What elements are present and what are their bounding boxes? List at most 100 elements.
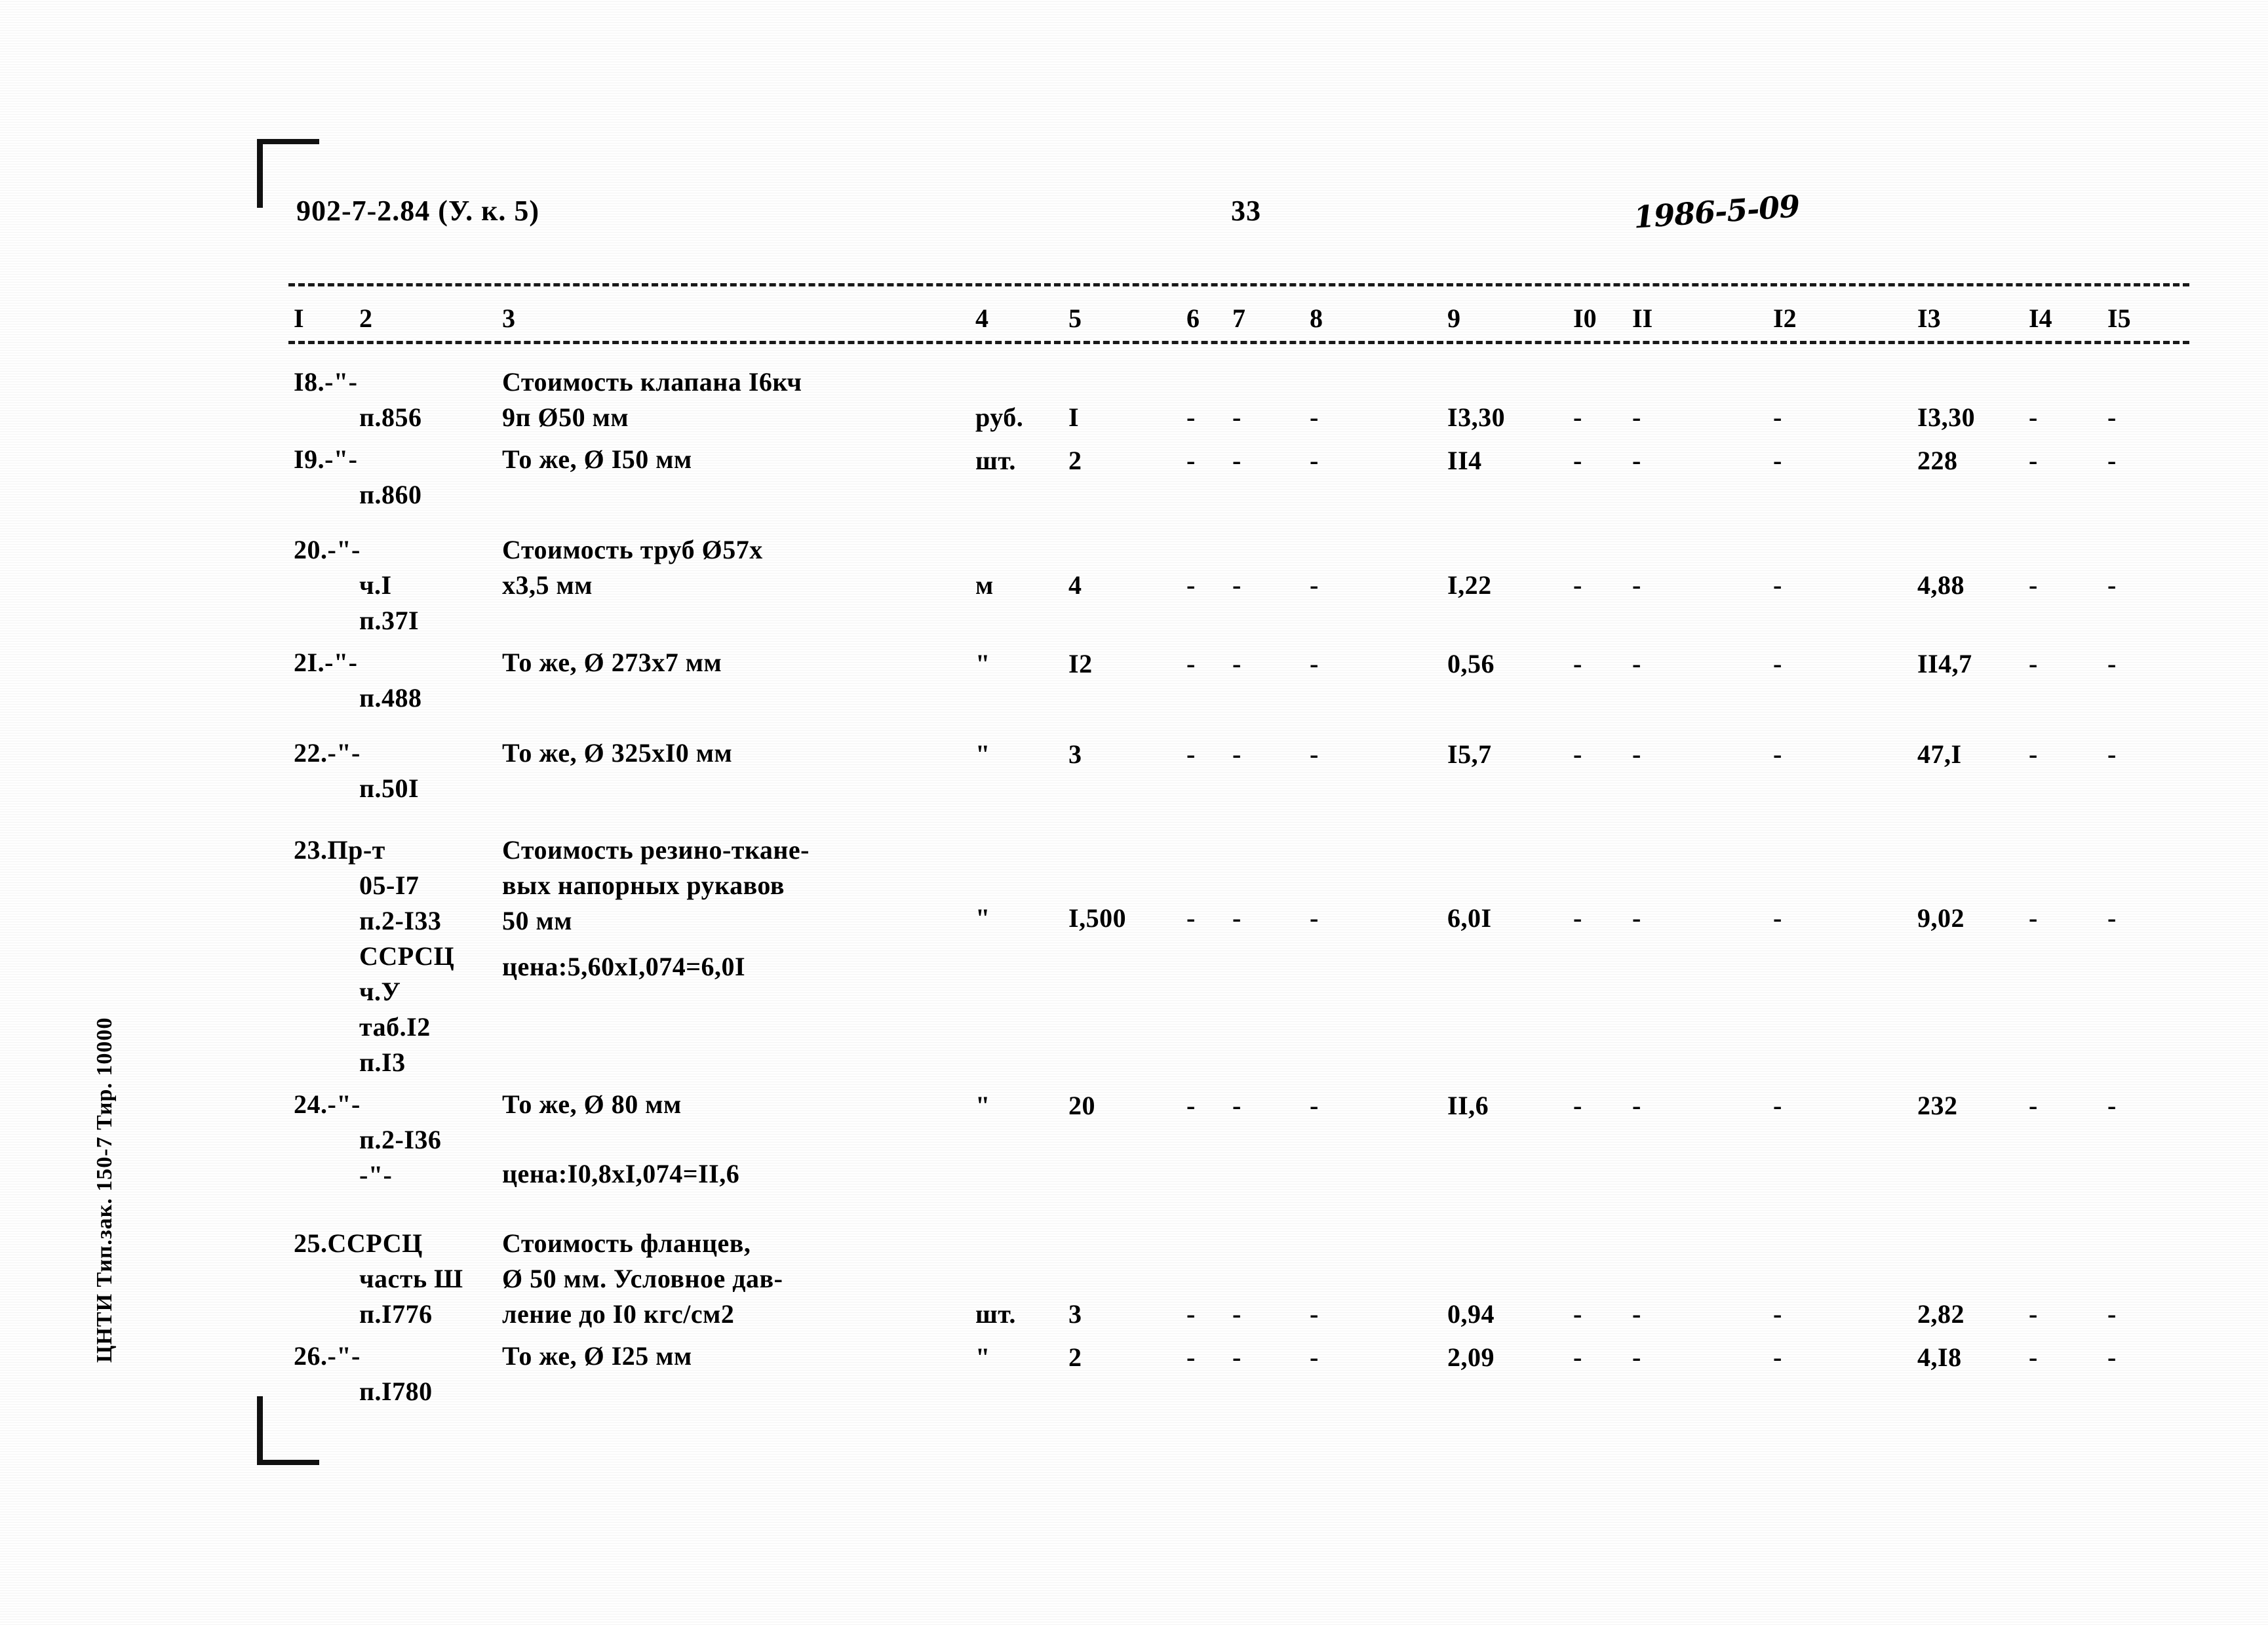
row-col8: -	[1310, 570, 1319, 600]
row-col6: -	[1186, 570, 1196, 600]
table-row: 20.-"- ч.I п.37I Стоимость труб Ø57х х3,…	[0, 532, 2268, 645]
row-col8: -	[1310, 903, 1319, 933]
row-col10: -	[1573, 570, 1582, 600]
document-code: 902-7-2.84 (У. к. 5)	[296, 195, 540, 227]
row-quantity: 3	[1068, 739, 1082, 769]
row-total: 9,02	[1917, 903, 1965, 933]
row-col12: -	[1773, 649, 1782, 678]
row-quantity: 2	[1068, 446, 1082, 475]
row-unit-price: 0,56	[1447, 649, 1495, 678]
column-header-1: I	[294, 303, 304, 333]
row-col8: -	[1310, 1342, 1319, 1372]
row-col7: -	[1232, 903, 1242, 933]
row-quantity: 2	[1068, 1342, 1082, 1372]
row-index-ref: 24.-"-	[294, 1089, 361, 1119]
row-description: Стоимость труб Ø57х х3,5 мм	[502, 535, 763, 600]
row-col11: -	[1632, 649, 1641, 678]
row-quantity: I,500	[1068, 903, 1127, 933]
row-col14: -	[2029, 570, 2038, 600]
row-unit-price: 2,09	[1447, 1342, 1495, 1372]
row-total: 47,I	[1917, 739, 1962, 769]
row-col10: -	[1573, 446, 1582, 475]
row-col10: -	[1573, 903, 1582, 933]
row-source-ref: 05-I7 п.2-I33 ССРСЦ ч.У таб.I2 п.I3	[359, 871, 455, 1077]
row-source-ref: ч.I п.37I	[359, 570, 420, 635]
row-col7: -	[1232, 739, 1242, 769]
row-description: Стоимость клапана I6кч 9п Ø50 мм	[502, 367, 802, 432]
row-col10: -	[1573, 649, 1582, 678]
row-col14: -	[2029, 402, 2038, 432]
row-description: Стоимость фланцев, Ø 50 мм. Условное дав…	[502, 1228, 783, 1329]
row-col15: -	[2107, 739, 2117, 769]
row-col15: -	[2107, 570, 2117, 600]
row-index-ref: 26.-"-	[294, 1341, 361, 1371]
row-col10: -	[1573, 739, 1582, 769]
row-col8: -	[1310, 446, 1319, 475]
row-unit: руб.	[975, 402, 1024, 432]
row-col12: -	[1773, 570, 1782, 600]
row-description: То же, Ø 325хI0 мм	[502, 738, 733, 768]
column-header-15: I5	[2107, 303, 2131, 333]
row-unit-price: II4	[1447, 446, 1482, 475]
row-col14: -	[2029, 1342, 2038, 1372]
row-col14: -	[2029, 903, 2038, 933]
row-col8: -	[1310, 402, 1319, 432]
row-total: 4,88	[1917, 570, 1965, 600]
row-price-note: цена:5,60хI,074=6,0I	[502, 952, 746, 981]
row-col7: -	[1232, 1342, 1242, 1372]
row-unit-price: I5,7	[1447, 739, 1492, 769]
row-col15: -	[2107, 446, 2117, 475]
column-header-8: 8	[1310, 303, 1323, 333]
row-col11: -	[1632, 446, 1641, 475]
row-unit: "	[975, 649, 990, 678]
column-header-14: I4	[2029, 303, 2052, 333]
row-col11: -	[1632, 739, 1641, 769]
row-col15: -	[2107, 903, 2117, 933]
row-unit-price: 0,94	[1447, 1299, 1495, 1329]
column-header-2: 2	[359, 303, 372, 333]
row-source-ref: п.856	[359, 402, 422, 432]
row-col7: -	[1232, 446, 1242, 475]
table-row: 24.-"- п.2-I36 -"- То же, Ø 80 мм цена:I…	[0, 1087, 2268, 1226]
handwritten-annotation: 1986-5-09	[1632, 188, 1801, 235]
row-total: I3,30	[1917, 402, 1976, 432]
row-col11: -	[1632, 402, 1641, 432]
row-col7: -	[1232, 1299, 1242, 1329]
row-index-ref: 23.Пр-т	[294, 835, 385, 865]
row-col11: -	[1632, 1299, 1641, 1329]
row-col8: -	[1310, 649, 1319, 678]
row-col11: -	[1632, 570, 1641, 600]
row-price-note: цена:I0,8хI,074=II,6	[502, 1159, 740, 1188]
row-col14: -	[2029, 1299, 2038, 1329]
estimate-table: I8.-"- п.856 Стоимость клапана I6кч 9п Ø…	[0, 364, 2268, 1424]
column-header-11: II	[1632, 303, 1653, 333]
scanned-document-page: 902-7-2.84 (У. к. 5) 33 1986-5-09 I 2 3 …	[0, 0, 2268, 1625]
row-col12: -	[1773, 1091, 1782, 1120]
row-col14: -	[2029, 739, 2038, 769]
row-unit-price: I,22	[1447, 570, 1492, 600]
row-description: То же, Ø I25 мм	[502, 1341, 692, 1371]
table-row: 2I.-"- п.488 То же, Ø 273х7 мм " I2 - - …	[0, 645, 2268, 735]
column-header-9: 9	[1447, 303, 1460, 333]
row-quantity: 20	[1068, 1091, 1095, 1120]
row-index-ref: 22.-"-	[294, 738, 361, 768]
row-source-ref: п.860	[359, 480, 422, 509]
row-col15: -	[2107, 402, 2117, 432]
row-index-ref: 2I.-"-	[294, 648, 358, 677]
row-index-ref: 25.ССРСЦ	[294, 1228, 423, 1258]
row-col6: -	[1186, 649, 1196, 678]
row-col6: -	[1186, 1091, 1196, 1120]
table-row: 26.-"- п.I780 То же, Ø I25 мм " 2 - - - …	[0, 1339, 2268, 1424]
row-source-ref: п.2-I36 -"-	[359, 1125, 442, 1190]
row-col6: -	[1186, 446, 1196, 475]
row-col10: -	[1573, 402, 1582, 432]
row-unit-price: II,6	[1447, 1091, 1489, 1120]
row-unit: шт.	[975, 1299, 1016, 1329]
row-col14: -	[2029, 649, 2038, 678]
row-quantity: 4	[1068, 570, 1082, 600]
row-col6: -	[1186, 1299, 1196, 1329]
row-unit-price: I3,30	[1447, 402, 1506, 432]
row-quantity: I2	[1068, 649, 1093, 678]
row-col15: -	[2107, 649, 2117, 678]
row-col7: -	[1232, 649, 1242, 678]
